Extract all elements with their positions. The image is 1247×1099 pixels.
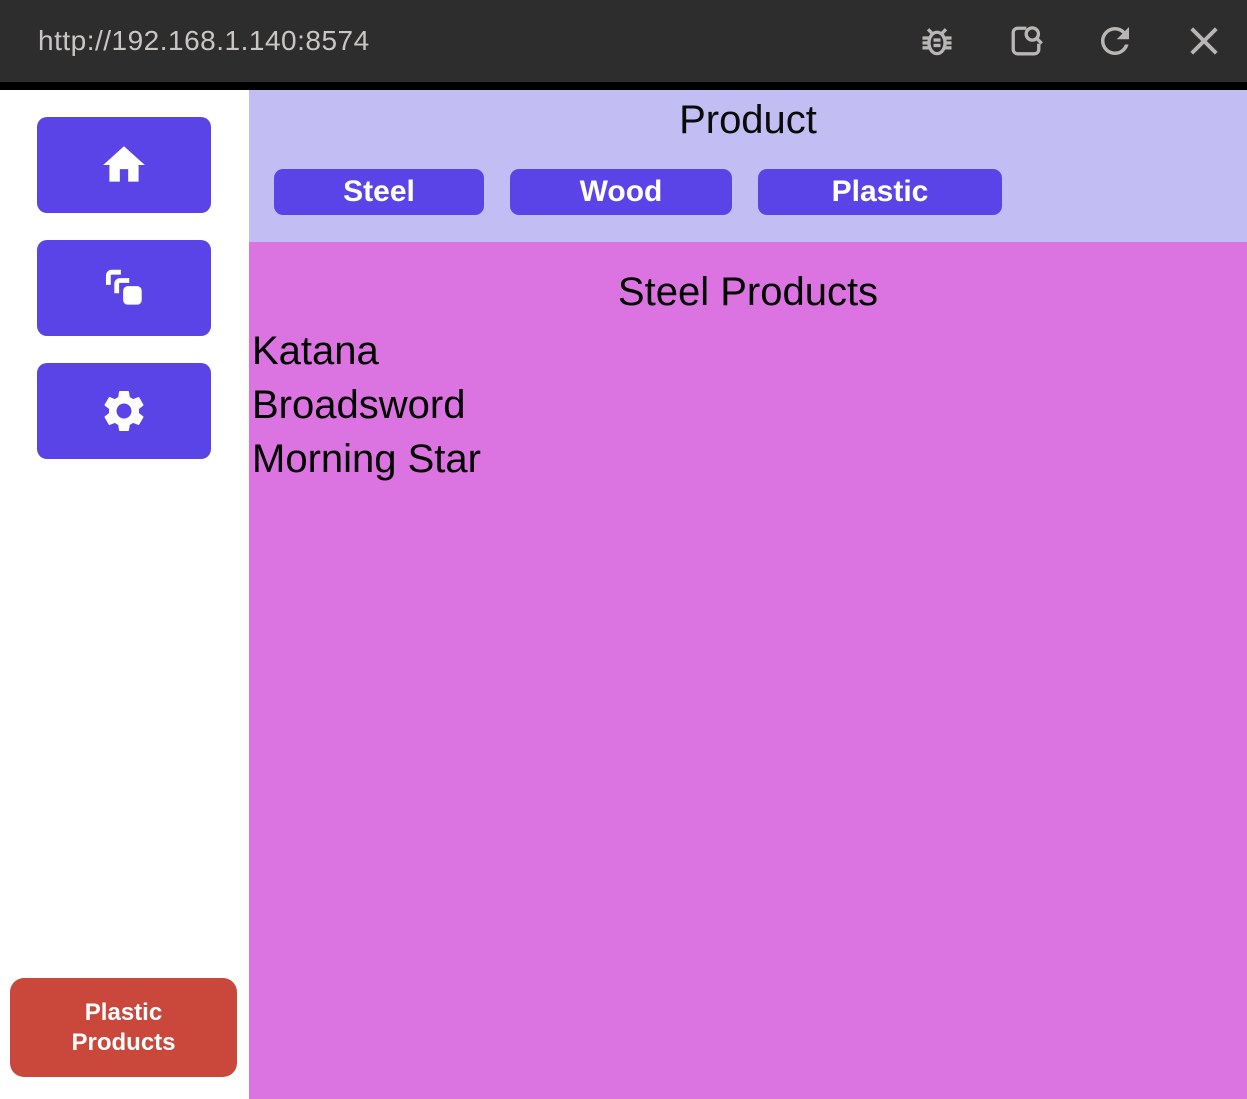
app-window: Plastic Products Product Steel Wood Plas… [0, 90, 1247, 1099]
tab-wood[interactable]: Wood [510, 169, 732, 215]
list-item: Morning Star [252, 432, 1247, 486]
category-tabs: Steel Wood Plastic [274, 169, 1247, 215]
close-icon[interactable] [1183, 20, 1225, 62]
home-button[interactable] [37, 117, 211, 213]
refresh-icon[interactable] [1094, 20, 1136, 62]
page-title: Product [249, 94, 1247, 146]
products-panel-title: Steel Products [249, 242, 1247, 316]
stack-icon [99, 263, 149, 313]
tab-plastic[interactable]: Plastic [758, 169, 1002, 215]
inspect-page-icon[interactable] [1005, 20, 1047, 62]
list-item: Broadsword [252, 378, 1247, 432]
tab-steel[interactable]: Steel [274, 169, 484, 215]
plastic-products-button[interactable]: Plastic Products [10, 978, 237, 1077]
product-list: Katana Broadsword Morning Star [249, 324, 1247, 486]
products-panel: Steel Products Katana Broadsword Morning… [249, 242, 1247, 1099]
list-item: Katana [252, 324, 1247, 378]
main-area: Product Steel Wood Plastic Steel Product… [249, 90, 1247, 1099]
plastic-products-button-label: Plastic Products [59, 998, 189, 1058]
browser-top-bar: http://192.168.1.140:8574 [0, 0, 1247, 90]
sidebar-nav [0, 90, 249, 459]
settings-gear-icon [99, 386, 149, 436]
stack-button[interactable] [37, 240, 211, 336]
bug-icon[interactable] [916, 20, 958, 62]
sidebar: Plastic Products [0, 90, 249, 1099]
product-header: Product Steel Wood Plastic [249, 90, 1247, 242]
browser-actions [916, 20, 1225, 62]
home-icon [99, 140, 149, 190]
settings-button[interactable] [37, 363, 211, 459]
url-bar[interactable]: http://192.168.1.140:8574 [38, 25, 370, 57]
